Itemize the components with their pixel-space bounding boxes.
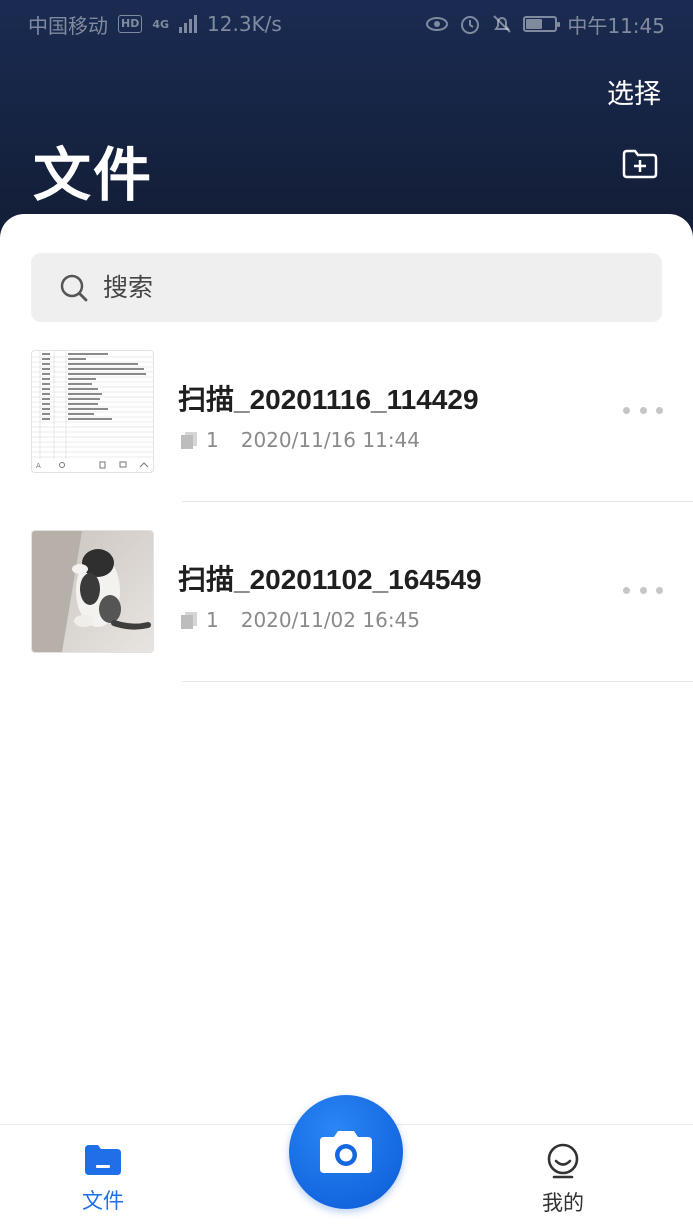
folder-icon (85, 1145, 121, 1175)
battery-icon (523, 16, 561, 32)
file-name: 扫描_20201102_164549 (178, 564, 482, 595)
file-meta: 1 2020/11/02 16:45 (180, 608, 420, 632)
eye-icon (426, 17, 449, 31)
page-title: 文件 (33, 141, 154, 209)
file-thumbnail: A (31, 350, 154, 473)
file-meta: 1 2020/11/16 11:44 (180, 428, 420, 452)
mute-bell-icon (493, 15, 512, 33)
hd-badge: HD (118, 15, 143, 33)
page-count: 1 (206, 428, 219, 452)
divider (182, 501, 693, 502)
more-dot-icon (656, 586, 663, 594)
network-type: 4G (152, 17, 170, 31)
camera-icon (320, 1131, 372, 1173)
document-thumbnail-icon: A (32, 351, 153, 472)
pages-icon (181, 612, 197, 629)
signal-icon (179, 15, 198, 33)
more-options-button[interactable] (623, 398, 663, 422)
profile-icon (547, 1143, 579, 1179)
file-thumbnail (31, 530, 154, 653)
carrier-label: 中国移动 (28, 13, 108, 38)
file-list-panel: A 扫描_20201116_114429 1 2020/11/16 11:44 (0, 214, 693, 1124)
tab-files-label: 文件 (82, 1189, 124, 1213)
more-dot-icon (623, 406, 630, 414)
cat-photo-thumbnail (32, 531, 153, 652)
network-speed: 12.3K/s (207, 12, 282, 36)
tab-mine[interactable]: 我的 (542, 1143, 584, 1217)
file-name: 扫描_20201116_114429 (178, 384, 479, 415)
file-item[interactable]: 扫描_20201102_164549 1 2020/11/02 16:45 (0, 530, 693, 710)
tab-mine-label: 我的 (542, 1191, 584, 1215)
file-date: 2020/11/02 16:45 (240, 608, 421, 632)
more-dot-icon (656, 406, 663, 414)
more-dot-icon (639, 406, 647, 414)
status-bar: 中国移动 HD 4G 12.3K/s 中午11:45 (0, 0, 693, 48)
folder-add-icon (622, 149, 658, 178)
tab-files[interactable]: 文件 (82, 1143, 124, 1215)
more-options-button[interactable] (623, 578, 663, 602)
new-folder-button[interactable] (621, 148, 659, 182)
search-input[interactable] (103, 273, 603, 302)
divider (182, 681, 693, 682)
svg-text:A: A (36, 462, 41, 470)
camera-scan-button[interactable] (289, 1095, 403, 1209)
search-bar[interactable] (31, 253, 662, 322)
alarm-icon (461, 16, 480, 34)
page-count: 1 (206, 608, 219, 632)
clock: 中午11:45 (567, 13, 665, 38)
pages-icon (181, 432, 197, 449)
select-button[interactable]: 选择 (607, 72, 661, 111)
more-dot-icon (639, 586, 647, 594)
search-icon (60, 274, 88, 301)
file-item[interactable]: A 扫描_20201116_114429 1 2020/11/16 11:44 (0, 350, 693, 530)
more-dot-icon (623, 586, 630, 594)
file-date: 2020/11/16 11:44 (240, 428, 421, 452)
